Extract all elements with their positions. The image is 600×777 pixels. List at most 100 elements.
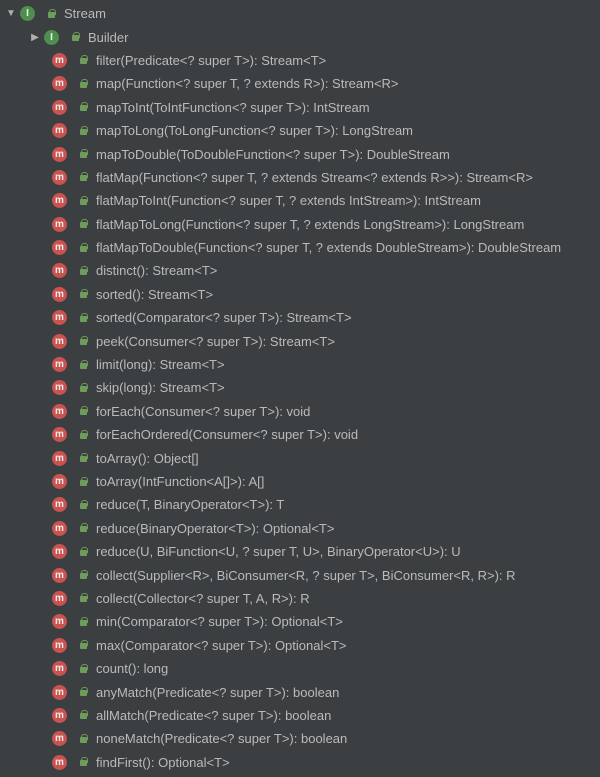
method-icon: [52, 215, 74, 233]
method-icon: [52, 589, 74, 607]
tree-node-method[interactable]: toArray(IntFunction<A[]>): A[]: [0, 470, 600, 493]
lock-icon: [78, 335, 90, 347]
lock-icon: [78, 452, 90, 464]
tree-node-method[interactable]: peek(Consumer<? super T>): Stream<T>: [0, 329, 600, 352]
method-icon: [52, 122, 74, 140]
method-signature: reduce(U, BiFunction<U, ? super T, U>, B…: [96, 544, 461, 559]
tree-node-method[interactable]: findFirst(): Optional<T>: [0, 751, 600, 774]
method-signature: findFirst(): Optional<T>: [96, 755, 230, 770]
lock-icon: [78, 382, 90, 394]
method-icon: [52, 753, 74, 771]
tree-node-method[interactable]: flatMapToInt(Function<? super T, ? exten…: [0, 189, 600, 212]
lock-icon: [78, 756, 90, 768]
lock-icon: [78, 288, 90, 300]
method-signature: count(): long: [96, 661, 168, 676]
method-signature: flatMapToInt(Function<? super T, ? exten…: [96, 193, 481, 208]
method-icon: [52, 262, 74, 280]
lock-icon: [78, 663, 90, 675]
method-icon: [52, 449, 74, 467]
tree-node-method[interactable]: max(Comparator<? super T>): Optional<T>: [0, 634, 600, 657]
tree-node-method[interactable]: limit(long): Stream<T>: [0, 353, 600, 376]
lock-icon: [78, 171, 90, 183]
method-icon: [52, 543, 74, 561]
method-icon: [52, 168, 74, 186]
method-icon: [52, 660, 74, 678]
method-icon: [52, 636, 74, 654]
method-icon: [52, 332, 74, 350]
lock-icon: [78, 218, 90, 230]
tree-node-method[interactable]: toArray(): Object[]: [0, 446, 600, 469]
method-icon: [52, 706, 74, 724]
tree-node-method[interactable]: allMatch(Predicate<? super T>): boolean: [0, 704, 600, 727]
method-signature: reduce(BinaryOperator<T>): Optional<T>: [96, 521, 334, 536]
method-icon: [52, 285, 74, 303]
method-signature: min(Comparator<? super T>): Optional<T>: [96, 614, 343, 629]
chevron-right-icon[interactable]: ▶: [28, 32, 42, 43]
tree-node-method[interactable]: map(Function<? super T, ? extends R>): S…: [0, 72, 600, 95]
method-signature: flatMap(Function<? super T, ? extends St…: [96, 170, 533, 185]
lock-icon: [78, 522, 90, 534]
method-signature: collect(Supplier<R>, BiConsumer<R, ? sup…: [96, 568, 516, 583]
tree-node-method[interactable]: min(Comparator<? super T>): Optional<T>: [0, 610, 600, 633]
lock-icon: [78, 265, 90, 277]
tree-node-method[interactable]: mapToInt(ToIntFunction<? super T>): IntS…: [0, 96, 600, 119]
lock-icon: [78, 101, 90, 113]
method-signature: flatMapToLong(Function<? super T, ? exte…: [96, 217, 524, 232]
method-signature: forEachOrdered(Consumer<? super T>): voi…: [96, 427, 358, 442]
method-icon: [52, 473, 74, 491]
method-signature: collect(Collector<? super T, A, R>): R: [96, 591, 310, 606]
method-signature: mapToLong(ToLongFunction<? super T>): Lo…: [96, 123, 413, 138]
method-signature: mapToDouble(ToDoubleFunction<? super T>)…: [96, 147, 450, 162]
tree-node-method[interactable]: noneMatch(Predicate<? super T>): boolean: [0, 727, 600, 750]
method-signature: distinct(): Stream<T>: [96, 263, 217, 278]
method-signature: peek(Consumer<? super T>): Stream<T>: [96, 334, 335, 349]
chevron-down-icon[interactable]: ▼: [4, 8, 18, 19]
tree-node-method[interactable]: sorted(): Stream<T>: [0, 283, 600, 306]
tree-node-method[interactable]: reduce(T, BinaryOperator<T>): T: [0, 493, 600, 516]
method-signature: mapToInt(ToIntFunction<? super T>): IntS…: [96, 100, 370, 115]
tree-node-method[interactable]: flatMap(Function<? super T, ? extends St…: [0, 166, 600, 189]
tree-node-method[interactable]: collect(Collector<? super T, A, R>): R: [0, 587, 600, 610]
method-signature: skip(long): Stream<T>: [96, 380, 225, 395]
lock-icon: [78, 359, 90, 371]
tree-node-method[interactable]: distinct(): Stream<T>: [0, 259, 600, 282]
tree-node-method[interactable]: forEachOrdered(Consumer<? super T>): voi…: [0, 423, 600, 446]
tree-node-label: Builder: [88, 30, 128, 45]
method-signature: toArray(IntFunction<A[]>): A[]: [96, 474, 264, 489]
tree-node-method[interactable]: collect(Supplier<R>, BiConsumer<R, ? sup…: [0, 563, 600, 586]
method-icon: [52, 730, 74, 748]
interface-icon: [20, 5, 42, 23]
tree-node-method[interactable]: flatMapToLong(Function<? super T, ? exte…: [0, 213, 600, 236]
lock-icon: [78, 569, 90, 581]
method-signature: max(Comparator<? super T>): Optional<T>: [96, 638, 347, 653]
method-signature: forEach(Consumer<? super T>): void: [96, 404, 310, 419]
lock-icon: [78, 54, 90, 66]
method-signature: toArray(): Object[]: [96, 451, 199, 466]
tree-node-method[interactable]: anyMatch(Predicate<? super T>): boolean: [0, 680, 600, 703]
method-icon: [52, 379, 74, 397]
lock-icon: [78, 639, 90, 651]
interface-icon: [44, 28, 66, 46]
tree-node-method[interactable]: reduce(BinaryOperator<T>): Optional<T>: [0, 517, 600, 540]
lock-icon: [78, 405, 90, 417]
method-icon: [52, 309, 74, 327]
tree-node-method[interactable]: sorted(Comparator<? super T>): Stream<T>: [0, 306, 600, 329]
method-icon: [52, 75, 74, 93]
tree-node-builder[interactable]: ▶ Builder: [0, 25, 600, 48]
lock-icon: [78, 499, 90, 511]
tree-node-method[interactable]: skip(long): Stream<T>: [0, 376, 600, 399]
tree-node-method[interactable]: mapToLong(ToLongFunction<? super T>): Lo…: [0, 119, 600, 142]
method-icon: [52, 98, 74, 116]
method-signature: sorted(Comparator<? super T>): Stream<T>: [96, 310, 352, 325]
tree-node-method[interactable]: mapToDouble(ToDoubleFunction<? super T>)…: [0, 142, 600, 165]
method-signature: flatMapToDouble(Function<? super T, ? ex…: [96, 240, 561, 255]
lock-icon: [78, 148, 90, 160]
lock-icon: [78, 242, 90, 254]
tree-node-method[interactable]: filter(Predicate<? super T>): Stream<T>: [0, 49, 600, 72]
lock-icon: [78, 195, 90, 207]
tree-node-method[interactable]: count(): long: [0, 657, 600, 680]
tree-node-method[interactable]: forEach(Consumer<? super T>): void: [0, 400, 600, 423]
tree-node-method[interactable]: reduce(U, BiFunction<U, ? super T, U>, B…: [0, 540, 600, 563]
tree-node-method[interactable]: flatMapToDouble(Function<? super T, ? ex…: [0, 236, 600, 259]
tree-node-stream[interactable]: ▼ Stream: [0, 2, 600, 25]
